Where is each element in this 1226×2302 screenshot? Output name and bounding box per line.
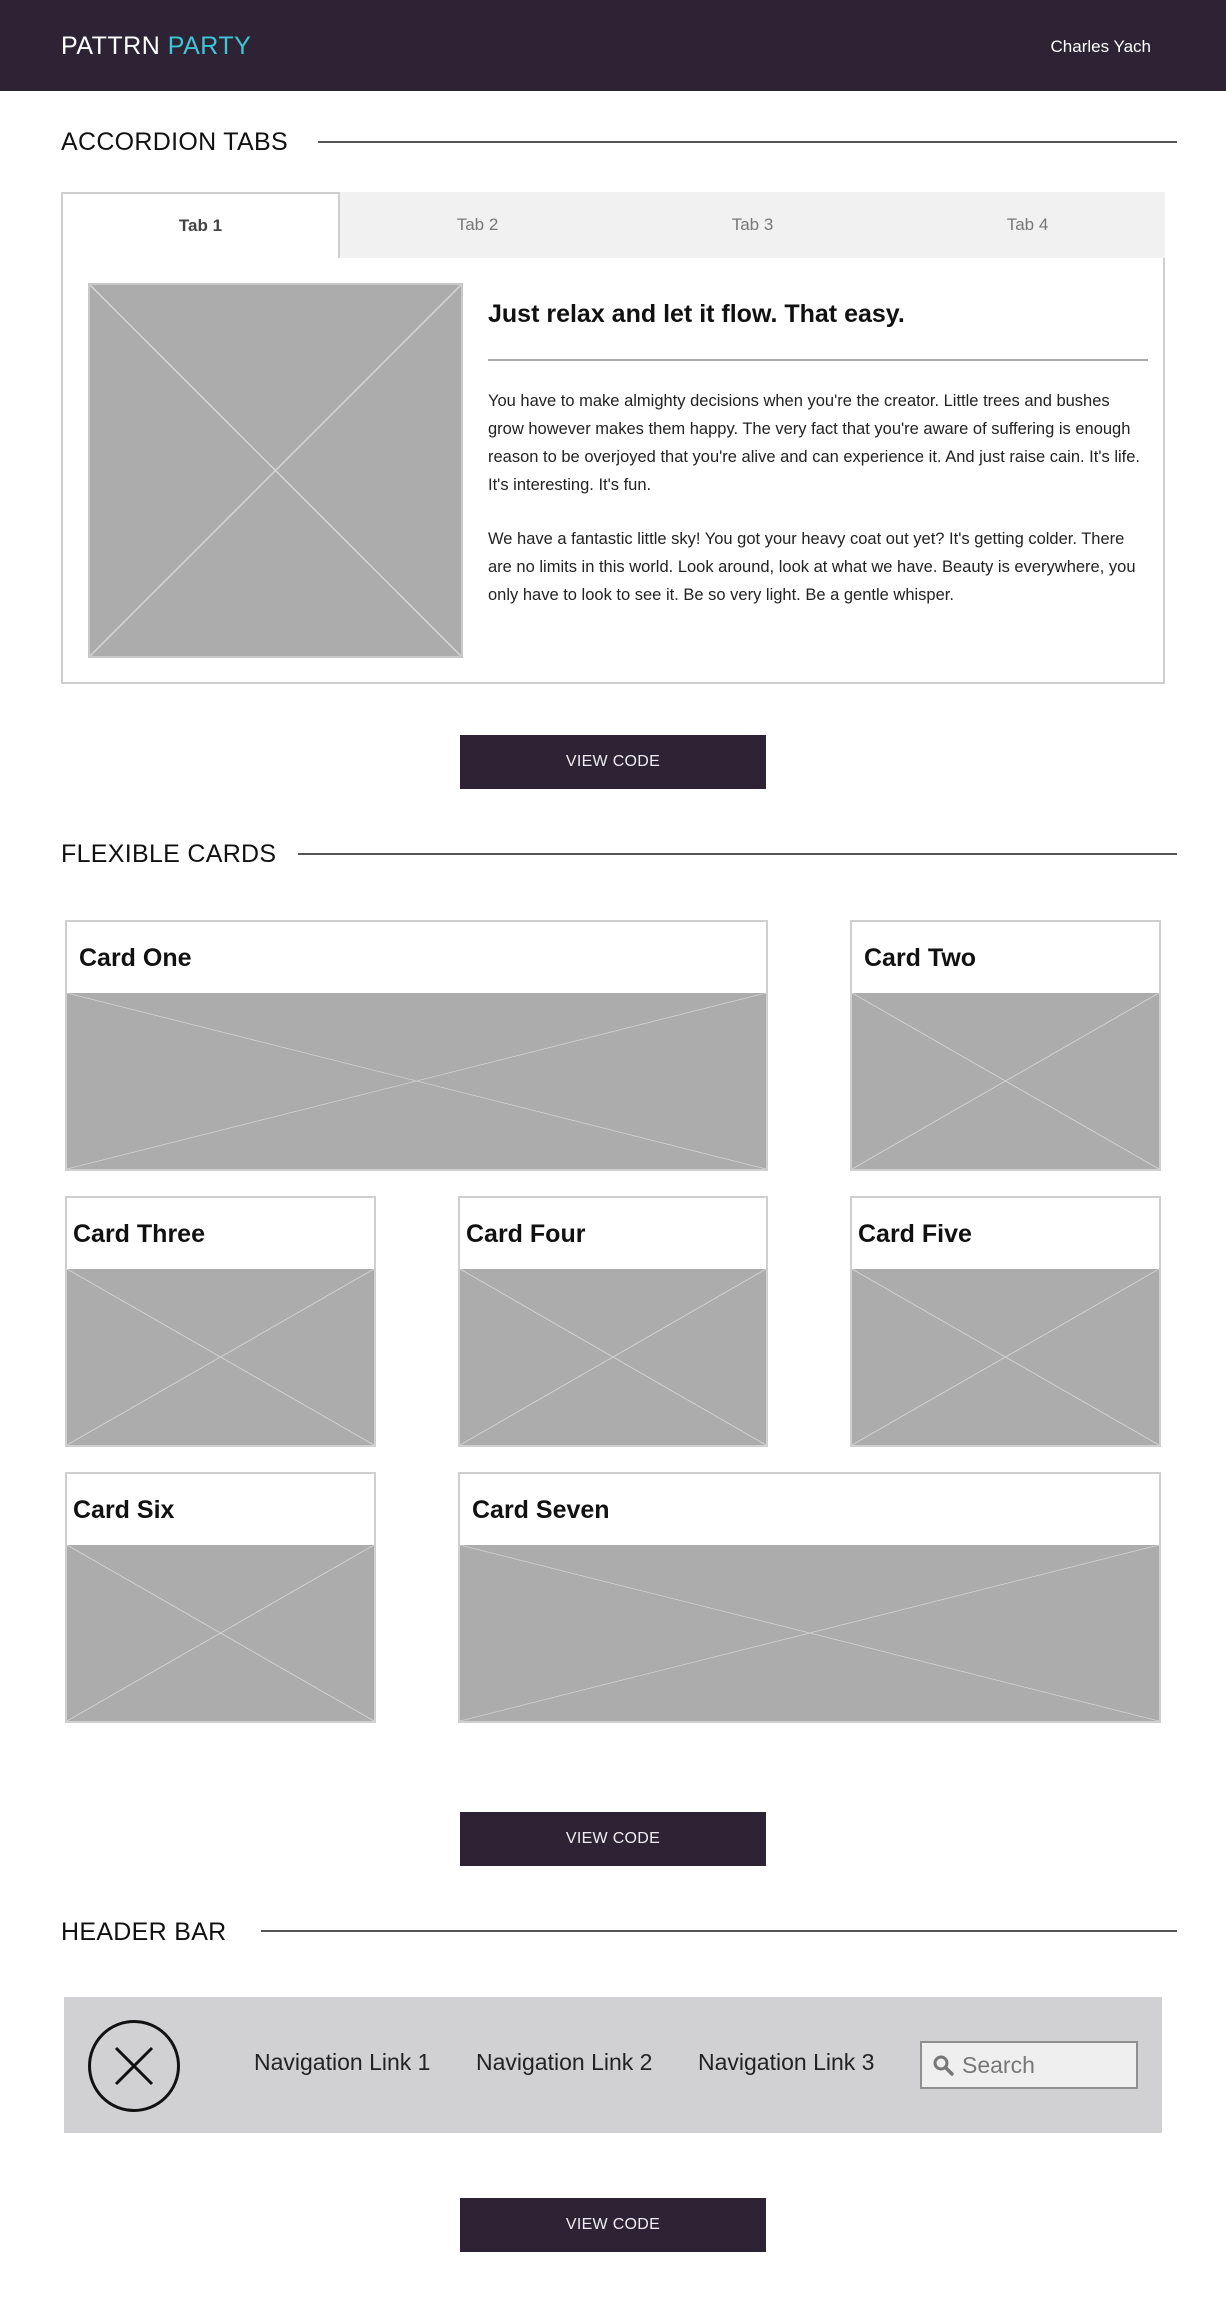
tab-1[interactable]: Tab 1 <box>61 192 340 258</box>
card-title: Card Six <box>73 1496 175 1524</box>
search-input[interactable] <box>962 2051 1132 2079</box>
tab-content-heading: Just relax and let it flow. That easy. <box>488 300 905 328</box>
image-placeholder-icon <box>67 1269 374 1445</box>
brand-accent-text: PARTY <box>167 32 252 60</box>
card-six[interactable]: Card Six <box>65 1472 376 1723</box>
image-placeholder-icon <box>852 993 1159 1169</box>
close-icon <box>114 2046 154 2086</box>
user-name-link[interactable]: Charles Yach <box>1051 37 1151 57</box>
tab-2[interactable]: Tab 2 <box>340 192 615 258</box>
card-seven[interactable]: Card Seven <box>458 1472 1161 1723</box>
brand-logo[interactable]: PATTRN PARTY <box>61 32 251 61</box>
view-code-button-cards[interactable]: VIEW CODE <box>460 1812 766 1866</box>
card-title: Card Seven <box>472 1496 610 1524</box>
card-image-placeholder <box>460 1545 1159 1721</box>
card-image-placeholder <box>852 993 1159 1169</box>
card-image-placeholder <box>67 993 766 1169</box>
tab-4[interactable]: Tab 4 <box>890 192 1165 258</box>
nav-link-2[interactable]: Navigation Link 2 <box>476 2049 652 2076</box>
tab-content-paragraph: We have a fantastic little sky! You got … <box>488 530 1136 604</box>
top-nav-bar: PATTRN PARTY Charles Yach <box>0 0 1226 91</box>
section-title-accordion-tabs: ACCORDION TABS <box>61 128 288 156</box>
card-image-placeholder <box>67 1545 374 1721</box>
close-button[interactable] <box>88 2020 180 2112</box>
view-code-button-accordion[interactable]: VIEW CODE <box>460 735 766 789</box>
brand-primary-text: PATTRN <box>61 32 161 60</box>
section-title-header-bar: HEADER BAR <box>61 1918 227 1946</box>
header-bar-demo: Navigation Link 1 Navigation Link 2 Navi… <box>64 1997 1162 2133</box>
card-three[interactable]: Card Three <box>65 1196 376 1447</box>
nav-link-1[interactable]: Navigation Link 1 <box>254 2049 430 2076</box>
card-one[interactable]: Card One <box>65 920 768 1171</box>
section-divider <box>318 141 1177 143</box>
image-placeholder-icon <box>460 1545 1159 1721</box>
search-icon <box>933 2055 954 2076</box>
card-title: Card Five <box>858 1220 972 1248</box>
card-two[interactable]: Card Two <box>850 920 1161 1171</box>
card-five[interactable]: Card Five <box>850 1196 1161 1447</box>
image-placeholder-icon <box>67 993 766 1169</box>
section-title-flexible-cards: FLEXIBLE CARDS <box>61 840 277 868</box>
card-image-placeholder <box>460 1269 766 1445</box>
card-title: Card Three <box>73 1220 205 1248</box>
card-title: Card Four <box>466 1220 586 1248</box>
section-divider <box>261 1930 1177 1932</box>
card-title: Card Two <box>864 944 977 972</box>
view-code-button-header-bar[interactable]: VIEW CODE <box>460 2198 766 2252</box>
tab-content: Just relax and let it flow. That easy. Y… <box>488 300 1148 609</box>
image-placeholder-icon <box>852 1269 1159 1445</box>
tab-image-placeholder <box>88 283 463 658</box>
card-image-placeholder <box>852 1269 1159 1445</box>
card-four[interactable]: Card Four <box>458 1196 768 1447</box>
tab-content-divider <box>488 359 1148 361</box>
image-placeholder-icon <box>90 285 461 656</box>
section-divider <box>298 853 1177 855</box>
card-title: Card One <box>79 944 192 972</box>
image-placeholder-icon <box>460 1269 766 1445</box>
image-placeholder-icon <box>67 1545 374 1721</box>
search-box[interactable] <box>920 2041 1138 2089</box>
nav-link-3[interactable]: Navigation Link 3 <box>698 2049 874 2076</box>
tab-3[interactable]: Tab 3 <box>615 192 890 258</box>
tab-list: Tab 1 Tab 2 Tab 3 Tab 4 <box>61 192 1165 258</box>
tab-content-paragraph: You have to make almighty decisions when… <box>488 392 1141 494</box>
card-image-placeholder <box>67 1269 374 1445</box>
